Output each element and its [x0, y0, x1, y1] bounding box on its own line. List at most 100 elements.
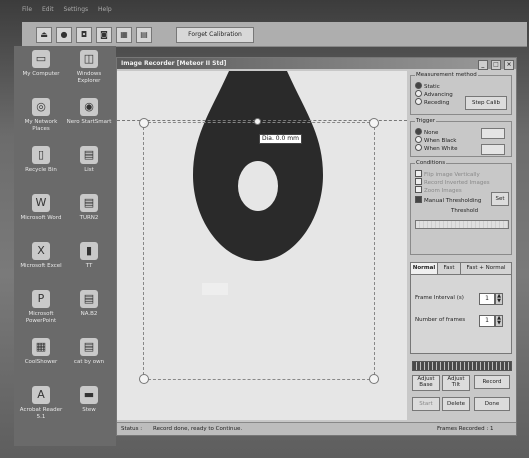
- status-bar: Status : Record done, ready to Continue.…: [117, 422, 516, 435]
- acrobat-reader-icon: A: [32, 386, 50, 404]
- desktop-icon-microsoft-excel[interactable]: X Microsoft Excel: [18, 242, 64, 270]
- coolshower-icon: ▦: [32, 338, 50, 356]
- desktop-icon-label: cat by own: [73, 359, 105, 365]
- menu-edit[interactable]: Edit: [42, 6, 54, 13]
- desktop-icon-windows-explorer[interactable]: ◫ Windows Explorer: [66, 50, 112, 85]
- desktop-icon-label: Acrobat Reader 5.1: [19, 407, 63, 420]
- desktop-icon-label: Microsoft PowerPoint: [25, 311, 57, 324]
- desktop-icon-coolshower[interactable]: ▦ CoolShower: [18, 338, 64, 366]
- turn2-icon: ▤: [80, 194, 98, 212]
- desktop-icon-recycle-bin[interactable]: ▯ Recycle Bin: [18, 146, 64, 174]
- desktop-icon-label: Windows Explorer: [76, 71, 102, 84]
- set-button[interactable]: Set: [491, 192, 509, 206]
- recycle-bin-icon: ▯: [32, 146, 50, 164]
- frames-icon[interactable]: ▤: [136, 27, 152, 43]
- desktop-icon-label: Stew: [82, 407, 96, 413]
- my-computer-icon: ▭: [32, 50, 50, 68]
- baseline-line[interactable]: [117, 120, 407, 121]
- desktop-icon-tt[interactable]: ▮ TT: [66, 242, 112, 270]
- roi-handle-bottom-right[interactable]: [369, 374, 379, 384]
- start-button[interactable]: Start: [412, 397, 440, 411]
- microsoft-powerpoint-icon: P: [32, 290, 50, 308]
- desktop-icon-stew[interactable]: ▬ Stew: [66, 386, 112, 414]
- done-button[interactable]: Done: [474, 397, 510, 411]
- desktop-icon-list[interactable]: ▤ List: [66, 146, 112, 174]
- radio-when-white[interactable]: When White: [415, 144, 458, 153]
- number-of-frames-input[interactable]: 1: [479, 315, 495, 327]
- roi-rectangle[interactable]: [143, 122, 375, 380]
- image-recorder-window: Image Recorder [Meteor II Std] _ □ × Dia…: [116, 57, 517, 436]
- desktop-icon-start-smart[interactable]: ◉ Nero StartSmart: [66, 98, 112, 126]
- desktop-icon-label: Microsoft Word: [20, 215, 62, 221]
- list-icon: ▤: [80, 146, 98, 164]
- desktop-icon-microsoft-word[interactable]: W Microsoft Word: [18, 194, 64, 222]
- desktop-icon-label: CoolShower: [24, 359, 58, 365]
- maximize-icon[interactable]: □: [490, 60, 501, 70]
- trigger-swatch-1[interactable]: [481, 128, 505, 139]
- record-button[interactable]: Record: [474, 375, 510, 389]
- check-zoom-images-label: Zoom Images: [424, 188, 462, 194]
- desktop: ▭ My Computer ◫ Windows Explorer ◎ My Network…: [14, 46, 116, 446]
- camera-icon[interactable]: ◘: [76, 27, 92, 43]
- drop-icon[interactable]: ●: [56, 27, 72, 43]
- forget-calibration-button[interactable]: Forget Calibration: [176, 27, 254, 43]
- roi-handle-top-right[interactable]: [369, 118, 379, 128]
- threshold-slider[interactable]: [415, 220, 509, 229]
- desktop-icon-turn2[interactable]: ▤ TURN2: [66, 194, 112, 222]
- start-smart-icon: ◉: [80, 98, 98, 116]
- dimension-label: Dia. 0.0 mm: [259, 134, 302, 144]
- roi-handle-bottom-left[interactable]: [139, 374, 149, 384]
- desktop-icon-label: My Network Places: [24, 119, 58, 132]
- grid-icon[interactable]: ▦: [116, 27, 132, 43]
- cat-by-own-icon: ▤: [80, 338, 98, 356]
- frame-interval-label: Frame Interval (s): [415, 295, 464, 301]
- frames-recorded: Frames Recorded : 1: [437, 426, 494, 432]
- menu-settings[interactable]: Settings: [64, 6, 89, 13]
- check-manual-thresholding[interactable]: Manual Thresholding: [415, 196, 481, 205]
- desktop-icon-cat-by-own[interactable]: ▤ cat by own: [66, 338, 112, 366]
- network-places-icon: ◎: [32, 98, 50, 116]
- trigger-swatch-2[interactable]: [481, 144, 505, 155]
- menu-help[interactable]: Help: [98, 6, 112, 13]
- image-canvas[interactable]: Dia. 0.0 mm: [117, 71, 407, 420]
- close-icon[interactable]: ×: [504, 60, 514, 70]
- desktop-icon-na-b2[interactable]: ▤ NA.B2: [66, 290, 112, 318]
- apex-marker[interactable]: [254, 118, 261, 125]
- desktop-icon-acrobat-reader[interactable]: A Acrobat Reader 5.1: [18, 386, 64, 421]
- tt-icon: ▮: [80, 242, 98, 260]
- number-of-frames-spinner[interactable]: ▲ ▼: [495, 315, 503, 327]
- frame-interval-input[interactable]: 1: [479, 293, 495, 305]
- record-progress-bar: [412, 361, 512, 371]
- desktop-icon-my-computer[interactable]: ▭ My Computer: [18, 50, 64, 78]
- control-panel: Measurement method Static Advancing Rece…: [410, 71, 512, 420]
- roi-handle-top-left[interactable]: [139, 118, 149, 128]
- stew-icon: ▬: [80, 386, 98, 404]
- desktop-icon-label: NA.B2: [80, 311, 98, 317]
- conditions-group: Conditions Flip image Vertically Record …: [410, 160, 512, 255]
- adjust-base-button[interactable]: Adjust Base: [412, 375, 440, 391]
- check-zoom-images[interactable]: Zoom Images: [415, 186, 462, 195]
- measurement-method-title: Measurement method: [415, 72, 478, 79]
- desktop-icon-label: List: [84, 167, 94, 173]
- frame-interval-spinner[interactable]: ▲ ▼: [495, 293, 503, 305]
- window-title-text: Image Recorder [Meteor II Std]: [121, 60, 227, 67]
- radio-receding[interactable]: Receding: [415, 98, 449, 107]
- menu-file[interactable]: File: [22, 6, 32, 13]
- radio-receding-label: Receding: [424, 100, 450, 106]
- number-of-frames-label: Number of frames: [415, 317, 466, 323]
- delete-button[interactable]: Delete: [442, 397, 470, 411]
- desktop-icon-label: My Computer: [22, 71, 60, 77]
- conditions-title: Conditions: [415, 160, 447, 167]
- status-label: Status :: [121, 426, 143, 432]
- trigger-title: Trigger: [415, 118, 436, 125]
- desktop-icon-microsoft-powerpoint[interactable]: P Microsoft PowerPoint: [18, 290, 64, 325]
- desktop-icon-label: Microsoft Excel: [20, 263, 62, 269]
- step-calib-button[interactable]: Step Calib: [465, 96, 507, 110]
- desktop-icon-network-places[interactable]: ◎ My Network Places: [18, 98, 64, 133]
- microsoft-word-icon: W: [32, 194, 50, 212]
- adjust-tilt-button[interactable]: Adjust Tilt: [442, 375, 470, 391]
- menu-bar: File Edit Settings Help: [22, 6, 527, 18]
- minimize-icon[interactable]: _: [477, 60, 488, 70]
- eject-icon[interactable]: ⏏: [36, 27, 52, 43]
- record-icon[interactable]: ◙: [96, 27, 112, 43]
